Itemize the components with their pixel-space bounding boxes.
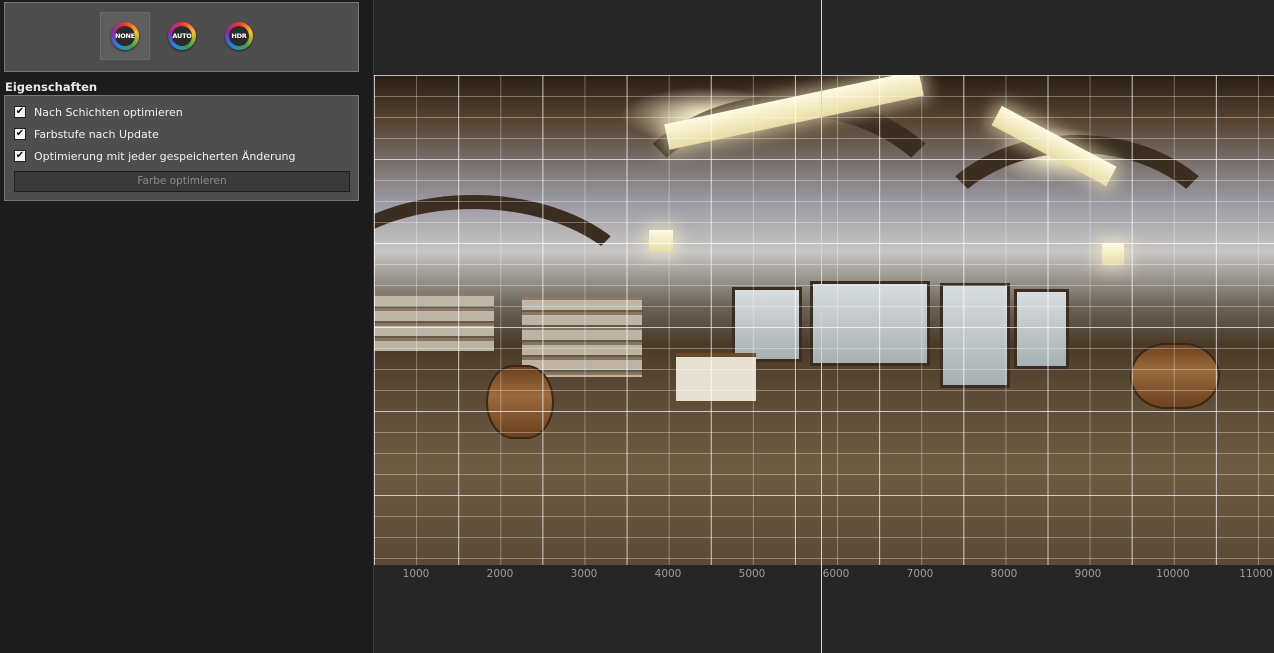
mode-hdr-button[interactable]: HDR: [214, 12, 264, 60]
sales-counter: [676, 353, 756, 401]
shop-window: [1014, 289, 1069, 369]
ruler-tick-label: 8000: [990, 568, 1018, 580]
mode-auto-label: AUTO: [172, 26, 192, 46]
option-optimize-on-save[interactable]: ✔ Optimierung mit jeder gespeicherten Än…: [14, 149, 296, 163]
color-wheel-icon: AUTO: [168, 22, 196, 50]
option-label: Optimierung mit jeder gespeicherten Ände…: [34, 149, 296, 163]
ruler-tick-label: 11000: [1239, 568, 1273, 580]
color-wheel-icon: HDR: [225, 22, 253, 50]
shop-window: [940, 283, 1010, 388]
option-label: Nach Schichten optimieren: [34, 105, 183, 119]
color-mode-toolbar: NONE AUTO HDR: [4, 2, 359, 72]
checkbox-checked-icon[interactable]: ✔: [14, 150, 26, 162]
ceiling-light: [1102, 243, 1124, 265]
mode-auto-button[interactable]: AUTO: [157, 12, 207, 60]
optimize-color-button[interactable]: Farbe optimieren: [14, 171, 350, 192]
properties-title: Eigenschaften: [5, 80, 98, 94]
ceiling-light: [649, 230, 673, 252]
product-shelf: [374, 293, 494, 351]
ruler-tick-label: 5000: [738, 568, 766, 580]
ruler-tick-label: 6000: [822, 568, 850, 580]
wine-barrel: [1130, 343, 1220, 409]
mode-none-label: NONE: [115, 26, 135, 46]
center-guide-line[interactable]: [821, 0, 822, 653]
wine-barrel: [486, 365, 554, 439]
option-color-after-update[interactable]: ✔ Farbstufe nach Update: [14, 127, 159, 141]
checkbox-checked-icon[interactable]: ✔: [14, 128, 26, 140]
mode-hdr-label: HDR: [229, 26, 249, 46]
checkbox-checked-icon[interactable]: ✔: [14, 106, 26, 118]
mode-none-button[interactable]: NONE: [100, 12, 150, 60]
ruler-tick-label: 10000: [1156, 568, 1190, 580]
ruler-tick-label: 9000: [1074, 568, 1102, 580]
panorama-image[interactable]: [374, 75, 1274, 565]
ruler-tick-label: 4000: [654, 568, 682, 580]
properties-panel: ✔ Nach Schichten optimieren ✔ Farbstufe …: [4, 95, 359, 201]
left-panel: NONE AUTO HDR Eigenschaften ✔ Nach Schic…: [0, 0, 374, 653]
ruler-tick-label: 2000: [486, 568, 514, 580]
option-optimize-layers[interactable]: ✔ Nach Schichten optimieren: [14, 105, 183, 119]
color-wheel-icon: NONE: [111, 22, 139, 50]
shop-window: [810, 281, 930, 366]
horizontal-ruler: 1000 2000 3000 4000 5000 6000 7000 8000 …: [374, 568, 1274, 584]
panorama-viewport[interactable]: 1000 2000 3000 4000 5000 6000 7000 8000 …: [374, 0, 1274, 653]
ruler-tick-label: 7000: [906, 568, 934, 580]
option-label: Farbstufe nach Update: [34, 127, 159, 141]
shop-window: [732, 287, 802, 362]
ruler-tick-label: 3000: [570, 568, 598, 580]
ruler-tick-label: 1000: [402, 568, 430, 580]
product-shelf: [522, 297, 642, 377]
